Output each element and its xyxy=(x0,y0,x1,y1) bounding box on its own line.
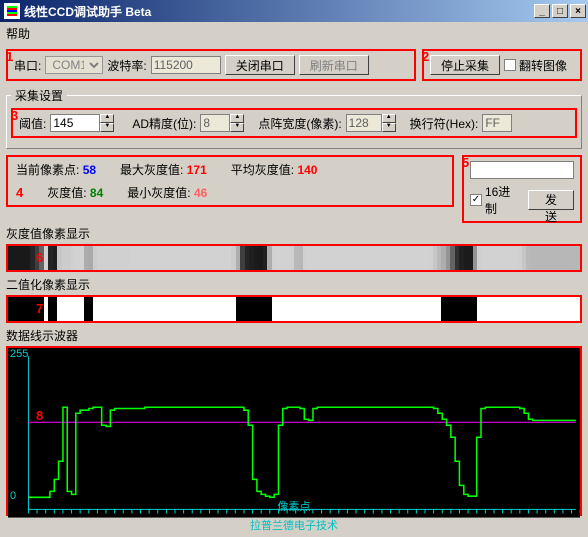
spin-down-icon[interactable]: ▼ xyxy=(100,123,114,132)
binary-display-label: 二值化像素显示 xyxy=(6,276,582,293)
annotation-5: 5 xyxy=(462,155,469,170)
app-icon xyxy=(4,3,20,19)
port-label: 串口: xyxy=(14,57,41,74)
window-title: 线性CCD调试助手 Beta xyxy=(24,3,534,20)
min-gray-label: 最小灰度值: xyxy=(127,186,190,200)
maximize-button[interactable]: □ xyxy=(552,4,568,18)
annotation-6: 6 xyxy=(36,250,43,265)
flip-image-label: 翻转图像 xyxy=(519,57,567,74)
annotation-2: 2 xyxy=(422,49,429,64)
footer-caption: 拉普兰德电子技术 xyxy=(6,516,582,533)
gray-value: 84 xyxy=(90,186,103,200)
annotation-4: 4 xyxy=(16,185,23,200)
stop-capture-button[interactable]: 停止采集 xyxy=(430,55,500,75)
avg-gray-value: 140 xyxy=(297,163,317,177)
annotation-7: 7 xyxy=(36,301,43,316)
spin-down-icon[interactable]: ▼ xyxy=(230,123,244,132)
minimize-button[interactable]: _ xyxy=(534,4,550,18)
baud-label: 波特率: xyxy=(107,57,146,74)
window-titlebar: 线性CCD调试助手 Beta _ □ × xyxy=(0,0,588,22)
threshold-input[interactable] xyxy=(50,114,100,132)
hex-checkbox[interactable]: ✓ 16进制 xyxy=(470,183,522,217)
max-gray-value: 171 xyxy=(187,163,207,177)
menu-help[interactable]: 帮助 xyxy=(6,27,30,41)
binary-strip: 7 xyxy=(6,295,582,323)
dot-width-input[interactable] xyxy=(346,114,382,132)
x-axis-label: 像素点 xyxy=(278,498,311,514)
capture-legend: 采集设置 xyxy=(11,87,67,104)
send-button[interactable]: 发送 xyxy=(528,190,574,210)
dot-width-label: 点阵宽度(像素): xyxy=(258,115,341,132)
send-input[interactable] xyxy=(470,161,574,179)
refresh-port-button[interactable]: 刷新串口 xyxy=(299,55,369,75)
port-select[interactable]: COM1 xyxy=(45,56,103,74)
spin-down-icon[interactable]: ▼ xyxy=(382,123,396,132)
y-min-label: 0 xyxy=(10,490,16,502)
cur-pixel-label: 当前像素点: xyxy=(16,163,79,177)
baud-input[interactable] xyxy=(151,56,221,74)
checkbox-checked-icon: ✓ xyxy=(470,194,482,206)
spin-up-icon[interactable]: ▲ xyxy=(382,114,396,123)
max-gray-label: 最大灰度值: xyxy=(120,163,183,177)
gray-display-label: 灰度值像素显示 xyxy=(6,225,582,242)
y-max-label: 255 xyxy=(10,348,28,360)
send-panel: 5 ✓ 16进制 发送 xyxy=(462,155,582,223)
flip-image-checkbox[interactable]: 翻转图像 xyxy=(504,57,567,74)
newline-input[interactable] xyxy=(482,114,512,132)
close-port-button[interactable]: 关闭串口 xyxy=(225,55,295,75)
gray-strip: 6 xyxy=(6,244,582,272)
stats-panel: 当前像素点: 58 最大灰度值: 171 平均灰度值: 140 4 灰度值: 8… xyxy=(6,155,454,207)
annotation-3: 3 xyxy=(11,108,18,123)
min-gray-value: 46 xyxy=(194,186,207,200)
oscilloscope-label: 数据线示波器 xyxy=(6,327,582,344)
gray-label: 灰度值: xyxy=(47,186,86,200)
annotation-1: 1 xyxy=(6,49,13,64)
menubar: 帮助 xyxy=(0,22,588,45)
spin-up-icon[interactable]: ▲ xyxy=(230,114,244,123)
newline-label: 换行符(Hex): xyxy=(410,115,479,132)
ad-precision-input[interactable] xyxy=(200,114,230,132)
threshold-label: 阈值: xyxy=(19,115,46,132)
oscilloscope: 8 255 0 像素点 xyxy=(6,346,582,516)
checkbox-icon xyxy=(504,59,516,71)
avg-gray-label: 平均灰度值: xyxy=(231,163,294,177)
ad-precision-label: AD精度(位): xyxy=(132,115,196,132)
annotation-8: 8 xyxy=(36,408,43,423)
hex-label: 16进制 xyxy=(485,183,522,217)
close-button[interactable]: × xyxy=(570,4,586,18)
cur-pixel-value: 58 xyxy=(83,163,96,177)
capture-settings-group: 采集设置 3 阈值: ▲▼ AD精度(位): ▲▼ 点阵宽度(像素): ▲▼ 换… xyxy=(6,87,582,149)
spin-up-icon[interactable]: ▲ xyxy=(100,114,114,123)
